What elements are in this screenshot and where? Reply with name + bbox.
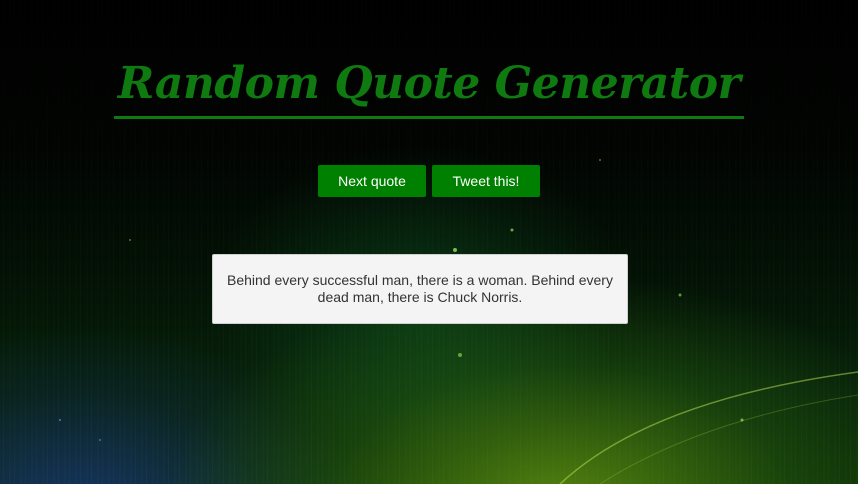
quote-text: Behind every successful man, there is a … [227, 272, 613, 305]
next-quote-button[interactable]: Next quote [318, 165, 426, 197]
page-title-heading: Random Quote Generator [0, 58, 858, 119]
page-title: Random Quote Generator [113, 58, 745, 119]
quote-box: Behind every successful man, there is a … [212, 254, 628, 324]
tweet-button[interactable]: Tweet this! [432, 165, 540, 197]
button-group: Next quote Tweet this! [0, 165, 858, 197]
